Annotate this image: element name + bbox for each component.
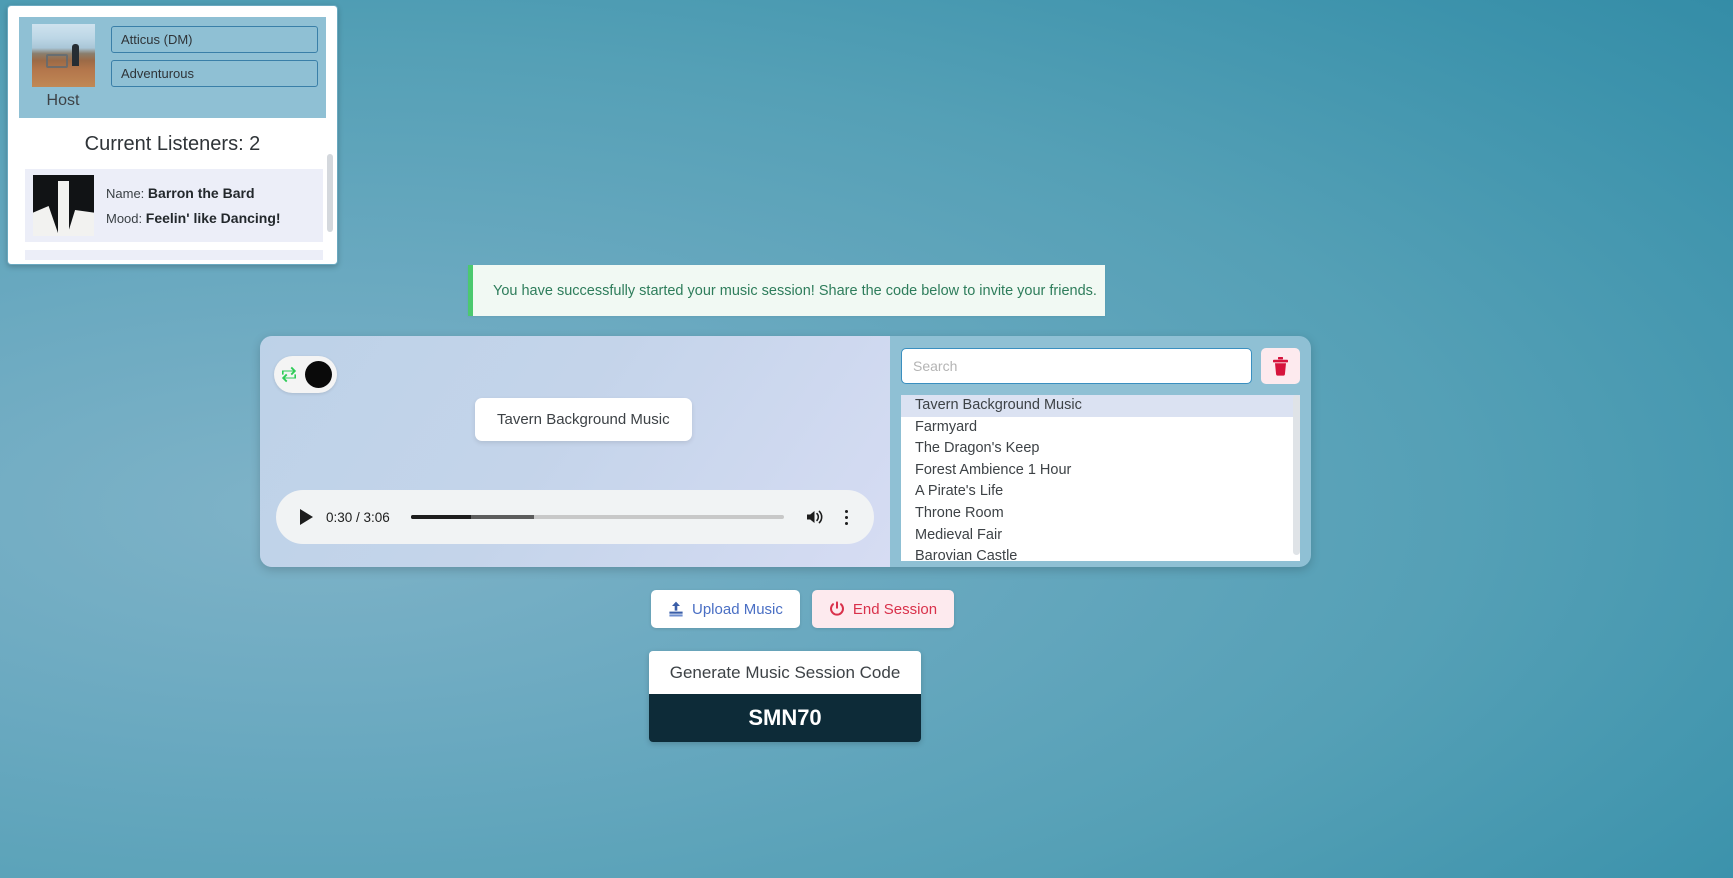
power-icon [829,601,844,616]
playlist-scrollbar[interactable] [1293,395,1300,555]
action-button-row: Upload Music End Session [651,590,955,628]
repeat-icon [281,366,297,383]
playlist-item[interactable]: Medieval Fair [901,525,1300,547]
listener-list: Name: Barron the Bard Mood: Feelin' like… [8,169,337,242]
audio-progress-bar[interactable] [410,515,784,519]
playlist-item[interactable]: Farmyard [901,417,1300,439]
playlist-item[interactable]: Forest Ambience 1 Hour [901,460,1300,482]
host-panel-scrollbar[interactable] [327,154,333,232]
listener-photo-abstract-icon [33,175,94,236]
host-name-field[interactable]: Atticus (DM) [111,26,318,53]
host-avatar-column: Host [27,24,99,110]
playlist-search-row [901,348,1300,384]
upload-music-label: Upload Music [692,600,783,618]
generate-session-code-button[interactable]: Generate Music Session Code [649,651,921,694]
upload-music-button[interactable]: Upload Music [651,590,800,628]
list-item-partial[interactable] [25,250,323,260]
host-listeners-panel: Host Atticus (DM) Adventurous Current Li… [7,5,338,265]
more-vertical-icon[interactable] [838,509,854,525]
now-playing-title: Tavern Background Music [475,398,692,441]
player-left-section: Tavern Background Music 0:30 / 3:06 [260,336,890,567]
loop-toggle[interactable] [274,356,337,393]
playlist-item[interactable]: Throne Room [901,503,1300,525]
listener-name-value: Barron the Bard [147,184,255,201]
end-session-button[interactable]: End Session [811,590,955,628]
session-code-value: SMN70 [649,694,921,742]
list-item[interactable]: Name: Barron the Bard Mood: Feelin' like… [25,169,323,242]
listener-name-label: Name: [106,185,145,201]
listener-info: Name: Barron the Bard Mood: Feelin' like… [106,181,281,231]
play-icon[interactable] [300,509,313,525]
delete-track-button[interactable] [1261,348,1300,384]
playlist-items[interactable]: Tavern Background Music Farmyard The Drago… [901,395,1300,561]
playlist-item[interactable]: Tavern Background Music [901,395,1300,417]
success-banner-text: You have successfully started your music… [493,282,1097,299]
playlist-item[interactable]: Barovian Castle [901,546,1300,561]
audio-time-display: 0:30 / 3:06 [326,509,390,525]
playlist-item[interactable]: A Pirate's Life [901,481,1300,503]
host-photo-beach-icon [31,24,95,87]
music-player-panel: Tavern Background Music 0:30 / 3:06 Sear… [260,336,1311,567]
playlist-item[interactable]: The Dragon's Keep [901,438,1300,460]
listener-mood-value: Feelin' like Dancing! [145,209,281,226]
host-mood-field[interactable]: Adventurous [111,60,318,87]
playlist-panel: Tavern Background MusicFarmyardThe Drago… [890,336,1311,567]
audio-progress-fill [410,515,471,519]
volume-icon[interactable] [805,508,825,526]
host-strip: Host Atticus (DM) Adventurous [19,17,326,118]
session-code-block: Generate Music Session Code SMN70 [649,651,921,742]
search-input[interactable] [901,348,1252,384]
listeners-heading: Current Listeners: 2 [84,133,261,155]
host-label: Host [46,92,80,109]
end-session-label: End Session [852,600,938,618]
success-banner: You have successfully started your music… [468,265,1105,316]
host-fields: Atticus (DM) Adventurous [99,24,318,87]
audio-player-controls: 0:30 / 3:06 [276,490,874,544]
trash-icon [1273,356,1288,376]
upload-icon [669,601,683,617]
listener-mood-label: Mood: [106,210,143,226]
loop-toggle-knob[interactable] [305,361,332,388]
